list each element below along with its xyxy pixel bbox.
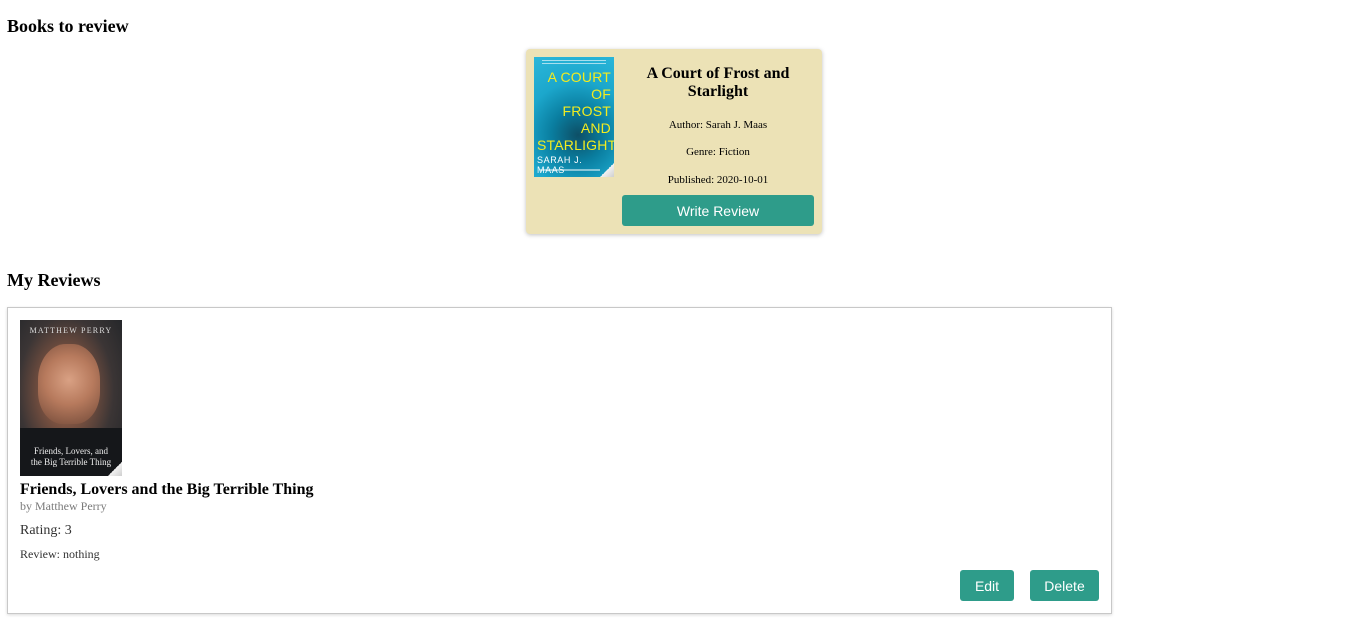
book-info: A Court of Frost and Starlight Author: S…	[626, 65, 810, 186]
cover-author-text: MATTHEW PERRY	[29, 326, 113, 335]
cover-title-text: Friends, Lovers, and the Big Terrible Th…	[30, 446, 112, 467]
book-published: Published: 2020-10-01	[667, 174, 769, 186]
cover-subtitle	[540, 169, 600, 171]
review-cover-image[interactable]: MATTHEW PERRY Friends, Lovers, and the B…	[20, 320, 122, 476]
book-author: Author: Sarah J. Maas	[668, 119, 768, 131]
cover-title-text: A COURT OF FROST AND STARLIGHT	[537, 69, 614, 153]
write-review-button[interactable]: Write Review	[622, 195, 814, 226]
cover-portrait	[38, 344, 100, 424]
book-genre: Genre: Fiction	[686, 146, 750, 158]
page-curl-icon	[108, 462, 122, 476]
book-card: A COURT OF FROST AND STARLIGHT SARAH J. …	[526, 49, 822, 234]
book-title: A Court of Frost and Starlight	[646, 65, 790, 100]
review-book-title: Friends, Lovers and the Big Terrible Thi…	[20, 481, 314, 498]
review-card: MATTHEW PERRY Friends, Lovers, and the B…	[7, 307, 1112, 614]
edit-review-button[interactable]: Edit	[960, 570, 1014, 601]
my-reviews-heading: My Reviews	[7, 270, 101, 290]
page-curl-icon	[600, 163, 614, 177]
book-cover-image[interactable]: A COURT OF FROST AND STARLIGHT SARAH J. …	[534, 57, 614, 177]
books-to-review-heading: Books to review	[7, 16, 129, 36]
delete-review-button[interactable]: Delete	[1030, 570, 1099, 601]
cover-tagline	[542, 60, 606, 66]
review-rating: Rating: 3	[20, 523, 72, 538]
review-book-author: by Matthew Perry	[20, 499, 107, 513]
review-text: Review: nothing	[20, 547, 100, 561]
